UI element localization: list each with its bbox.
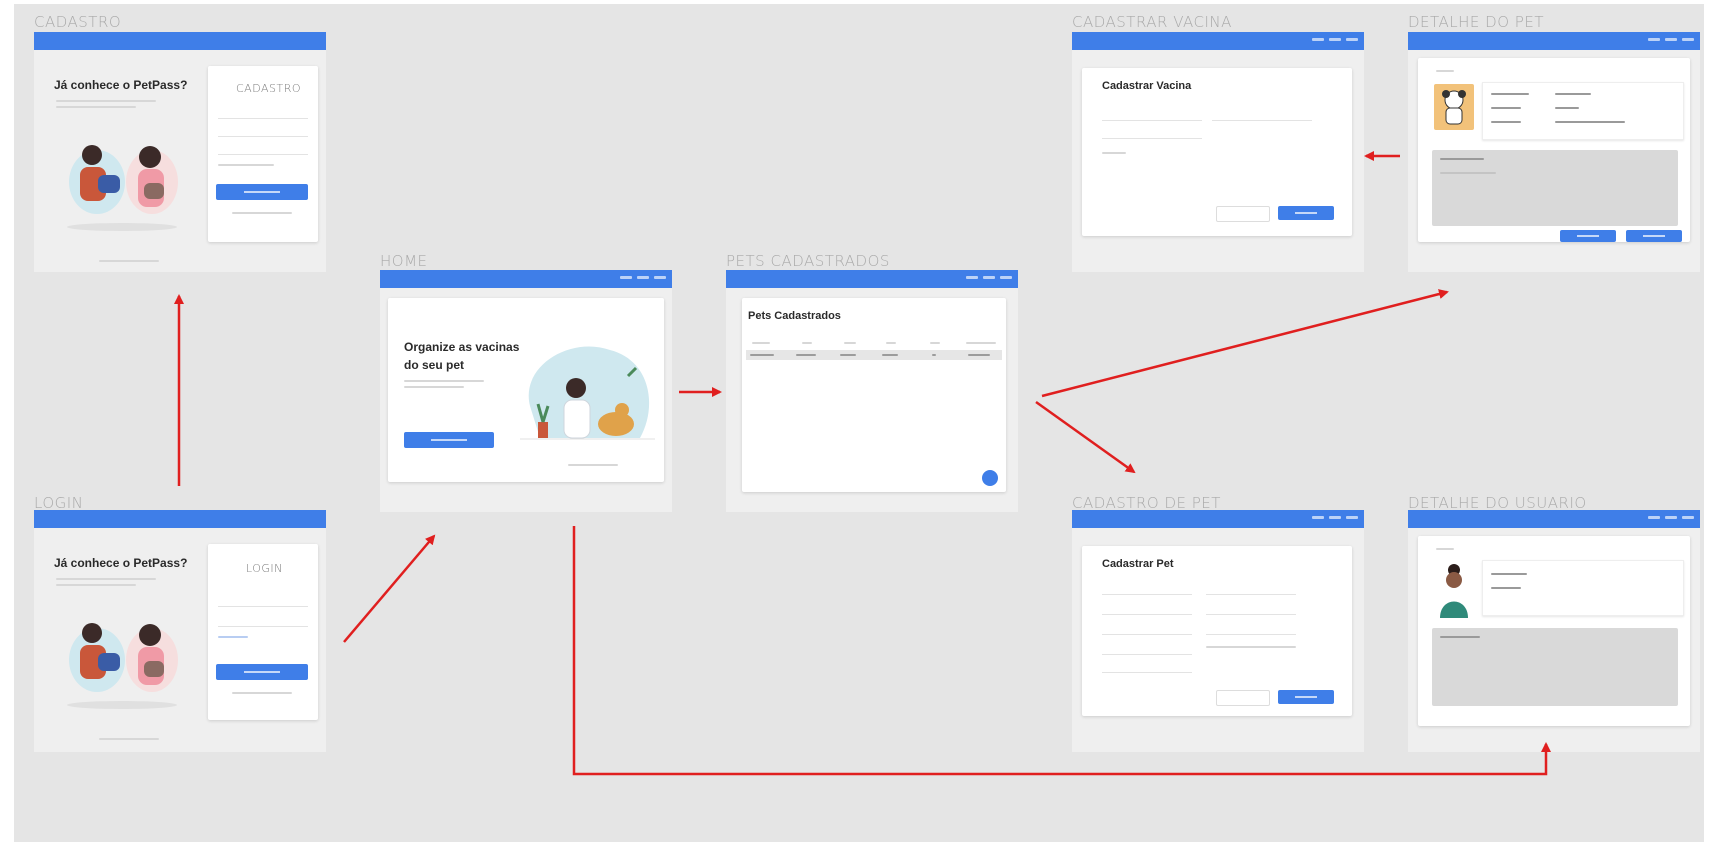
screen-cadastrar-vacina[interactable]: Cadastrar Vacina (1072, 32, 1364, 272)
pets-list-title: Pets Cadastrados (748, 310, 841, 322)
cancel-button[interactable] (1216, 206, 1270, 222)
user-info-box (1482, 560, 1684, 616)
diagram-canvas: CADASTRO Já conhece o PetPass? CADASTRO (14, 4, 1704, 842)
app-topbar (34, 510, 326, 528)
home-headline: Organize as vacinas do seu pet (404, 340, 520, 372)
screen-label-home: HOME (380, 252, 428, 270)
table-row[interactable] (746, 350, 1002, 360)
user-detail-card (1418, 536, 1690, 726)
pet-info-box (1482, 82, 1684, 140)
app-topbar (1408, 32, 1700, 50)
save-button[interactable] (1278, 206, 1334, 220)
screen-pets-cadastrados[interactable]: Pets Cadastrados (726, 270, 1018, 512)
hero-heading: Já conhece o PetPass? (54, 78, 188, 92)
user-avatar (1440, 564, 1468, 618)
screen-home[interactable]: Organize as vacinas do seu pet (380, 270, 672, 512)
arrow-home-to-detalhe-usuario (572, 526, 1551, 776)
pets-list-card: Pets Cadastrados (742, 298, 1006, 492)
save-button[interactable] (1278, 690, 1334, 704)
login-form-card: LOGIN (208, 544, 318, 720)
add-pet-fab[interactable] (982, 470, 998, 486)
pet-form-title: Cadastrar Pet (1102, 558, 1174, 570)
cta-button[interactable] (404, 432, 494, 448)
screen-cadastro-de-pet[interactable]: Cadastrar Pet (1072, 510, 1364, 752)
app-topbar (1072, 510, 1364, 528)
screen-label-cadastro: CADASTRO (34, 13, 122, 31)
arrow-pets-to-detalhe-pet (1041, 289, 1449, 398)
arrow-login-to-home (343, 534, 436, 643)
arrow-pets-to-cadastro-pet (1035, 400, 1136, 474)
hero-heading: Já conhece o PetPass? (54, 556, 188, 570)
screen-label-detalhe-do-pet: DETALHE DO PET (1408, 13, 1544, 31)
vaccine-form-card: Cadastrar Vacina (1082, 68, 1352, 236)
screen-label-cadastrar-vacina: CADASTRAR VACINA (1072, 13, 1232, 31)
back-button[interactable] (1626, 230, 1682, 242)
login-button[interactable] (216, 664, 308, 680)
people-with-pets-illustration (67, 145, 178, 231)
cancel-button[interactable] (1216, 690, 1270, 706)
screen-cadastro[interactable]: Já conhece o PetPass? CADASTRO (34, 32, 326, 272)
form-title: CADASTRO (236, 82, 302, 95)
pet-detail-card (1418, 58, 1690, 242)
vet-with-dog-illustration (520, 346, 655, 440)
app-topbar (34, 32, 326, 50)
app-topbar (380, 270, 672, 288)
form-title: LOGIN (246, 562, 283, 575)
app-topbar (1072, 32, 1364, 50)
user-pets-panel (1432, 628, 1678, 706)
vaccine-form-title: Cadastrar Vacina (1102, 80, 1192, 92)
app-topbar (726, 270, 1018, 288)
signup-form-card: CADASTRO (208, 66, 318, 242)
vaccines-panel (1432, 150, 1678, 226)
people-with-pets-illustration (67, 623, 178, 709)
home-hero-card: Organize as vacinas do seu pet (388, 298, 664, 482)
pet-form-card: Cadastrar Pet (1082, 546, 1352, 716)
screen-detalhe-do-pet[interactable] (1408, 32, 1700, 272)
screen-label-pets-cadastrados: PETS CADASTRADOS (726, 252, 890, 270)
signup-button[interactable] (216, 184, 308, 200)
screen-login[interactable]: Já conhece o PetPass? LOGIN (34, 510, 326, 752)
app-topbar (1408, 510, 1700, 528)
screen-detalhe-do-usuario[interactable] (1408, 510, 1700, 752)
dog-avatar (1434, 84, 1474, 130)
pets-table-header (746, 338, 1002, 348)
add-vaccine-button[interactable] (1560, 230, 1616, 242)
